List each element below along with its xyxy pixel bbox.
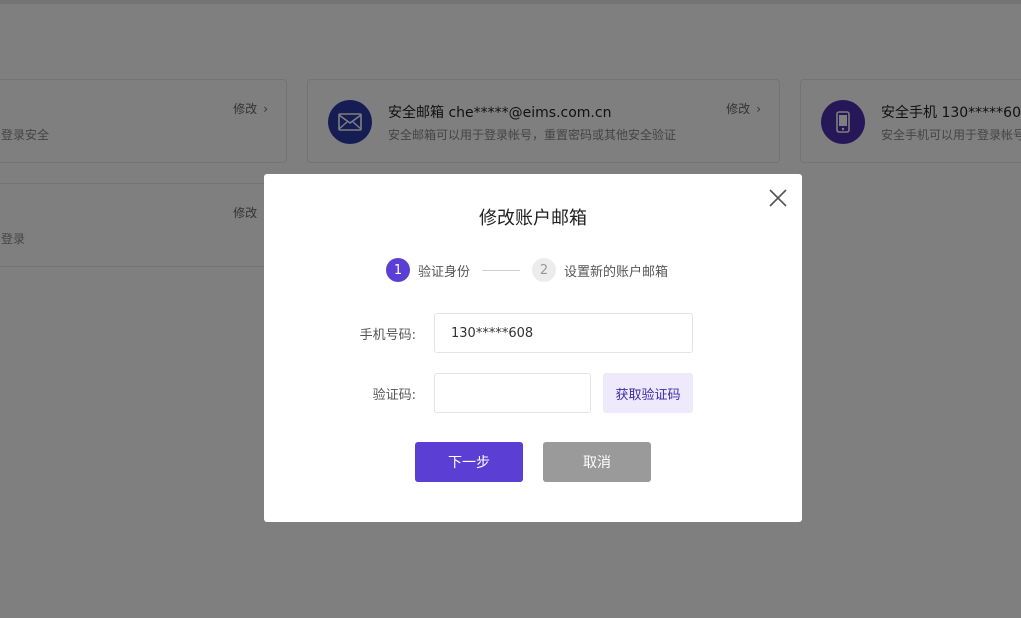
step-1-number: 1: [386, 258, 410, 282]
step-1-label: 验证身份: [418, 264, 471, 280]
get-code-button[interactable]: 获取验证码: [603, 373, 693, 413]
verification-code-field[interactable]: [434, 373, 591, 413]
change-email-dialog: 修改账户邮箱 1 验证身份 2 设置新的账户邮箱 手机号码: 验证码: 获取验证…: [264, 174, 802, 522]
step-2-label: 设置新的账户邮箱: [564, 264, 669, 280]
cancel-button[interactable]: 取消: [543, 442, 651, 482]
phone-label: 手机号码:: [359, 327, 416, 343]
dialog-title: 修改账户邮箱: [479, 208, 587, 229]
step-indicator: 1 验证身份 2 设置新的账户邮箱: [386, 258, 668, 282]
next-step-button[interactable]: 下一步: [415, 442, 523, 482]
phone-field[interactable]: [434, 313, 693, 353]
code-row: 验证码: 获取验证码: [264, 373, 693, 413]
step-connector: [482, 269, 521, 271]
phone-row: 手机号码:: [264, 313, 693, 353]
code-label: 验证码:: [372, 387, 416, 403]
step-2-number: 2: [532, 258, 557, 282]
